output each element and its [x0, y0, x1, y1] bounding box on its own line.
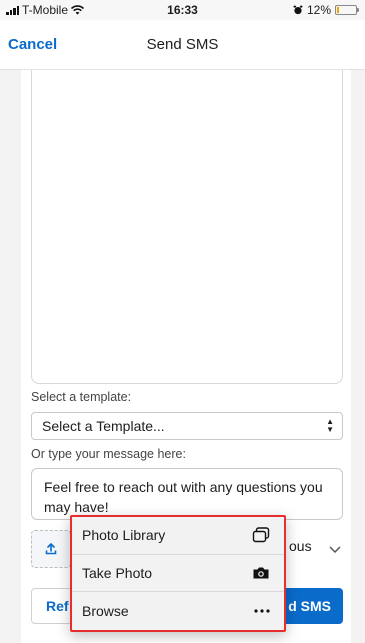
- chevron-down-icon[interactable]: [329, 546, 341, 554]
- menu-item-photo-library[interactable]: Photo Library: [72, 517, 284, 555]
- message-input[interactable]: Feel free to reach out with any question…: [31, 468, 343, 520]
- template-select[interactable]: Select a Template... ▲ ▼: [31, 412, 343, 440]
- menu-item-browse[interactable]: Browse: [72, 592, 284, 630]
- battery-percent: 12%: [306, 3, 331, 17]
- select-arrows-icon: ▲ ▼: [326, 417, 334, 434]
- template-label: Select a template:: [31, 390, 132, 404]
- camera-icon: [252, 566, 270, 580]
- menu-item-label: Take Photo: [82, 564, 153, 581]
- photo-library-icon: [252, 527, 270, 543]
- menu-item-label: Photo Library: [82, 527, 166, 544]
- alarm-icon: [293, 5, 303, 15]
- nav-bar: Cancel Send SMS: [0, 20, 365, 70]
- upload-icon: [45, 543, 57, 555]
- partial-label: ous: [289, 538, 312, 554]
- more-icon: [254, 609, 270, 613]
- menu-item-take-photo[interactable]: Take Photo: [72, 555, 284, 593]
- template-select-value: Select a Template...: [42, 418, 165, 434]
- upload-button[interactable]: [31, 530, 71, 568]
- menu-item-label: Browse: [82, 602, 129, 619]
- battery-icon: [335, 5, 359, 15]
- battery-level: [337, 7, 339, 13]
- status-bar-right: 12%: [293, 3, 359, 17]
- message-preview-area: [31, 70, 343, 384]
- attachment-menu: Photo Library Take Photo Browse: [70, 515, 286, 632]
- cancel-button[interactable]: Cancel: [8, 36, 57, 53]
- message-label: Or type your message here:: [31, 447, 186, 461]
- status-bar: T-Mobile 16:33 12%: [0, 0, 365, 20]
